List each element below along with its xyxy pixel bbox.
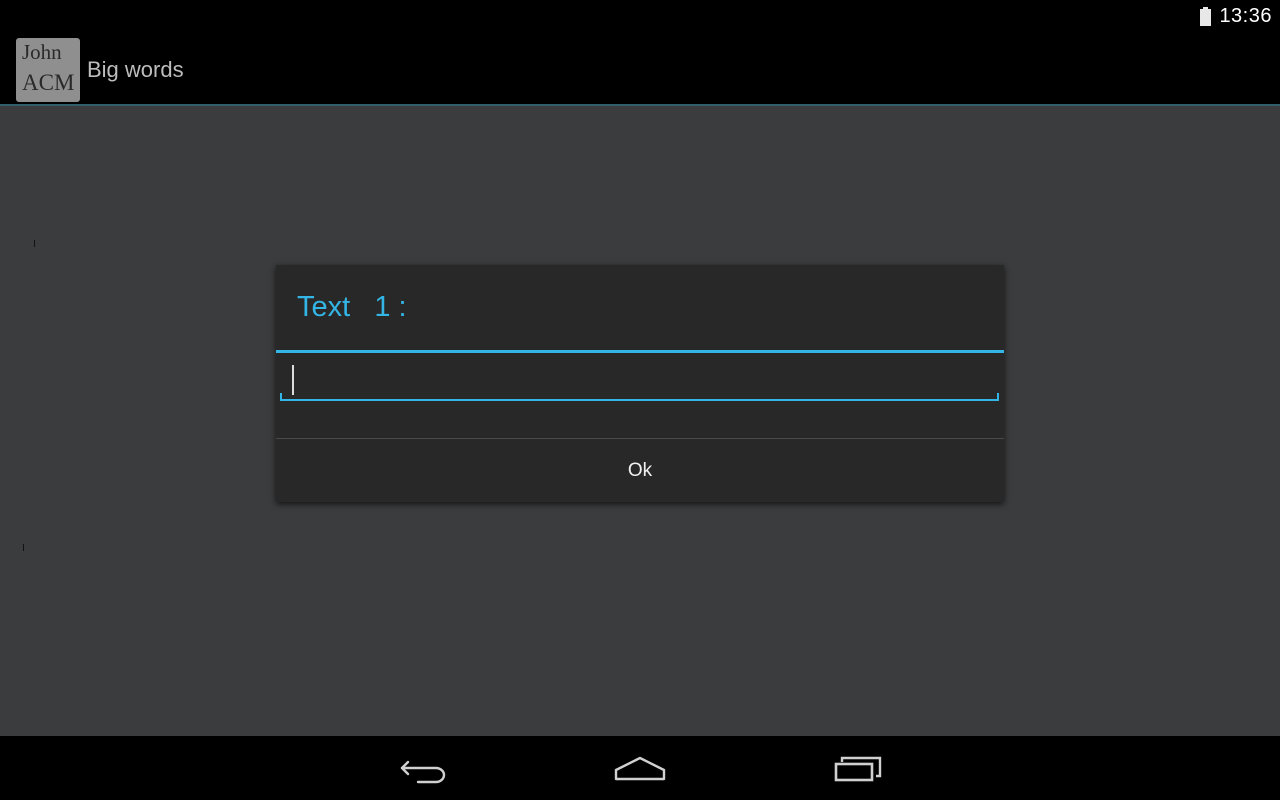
home-icon[interactable]	[610, 750, 670, 786]
content-mark	[34, 240, 35, 247]
dialog-title: Text 1 :	[297, 291, 407, 323]
content-mark	[23, 544, 24, 551]
app-icon-text-line1: John	[22, 40, 62, 64]
title-divider	[276, 350, 1004, 353]
text-input-dialog: Text 1 : Ok	[276, 265, 1004, 502]
text-input-field[interactable]	[280, 357, 999, 401]
status-indicators: 13:36	[1200, 0, 1272, 33]
app-icon-text-line2: ACM	[22, 70, 75, 95]
app-icon[interactable]: John ACM	[16, 38, 80, 102]
app-title: Big words	[87, 57, 184, 82]
text-cursor	[292, 365, 294, 395]
recent-apps-icon[interactable]	[828, 750, 888, 786]
clock: 13:36	[1219, 5, 1272, 27]
ok-button[interactable]: Ok	[276, 439, 1004, 502]
status-bar: 13:36	[0, 0, 1280, 33]
battery-full-icon	[1200, 7, 1212, 26]
action-bar: John ACM Big words	[0, 33, 1280, 106]
back-icon[interactable]	[394, 750, 454, 786]
navigation-bar	[0, 736, 1280, 800]
